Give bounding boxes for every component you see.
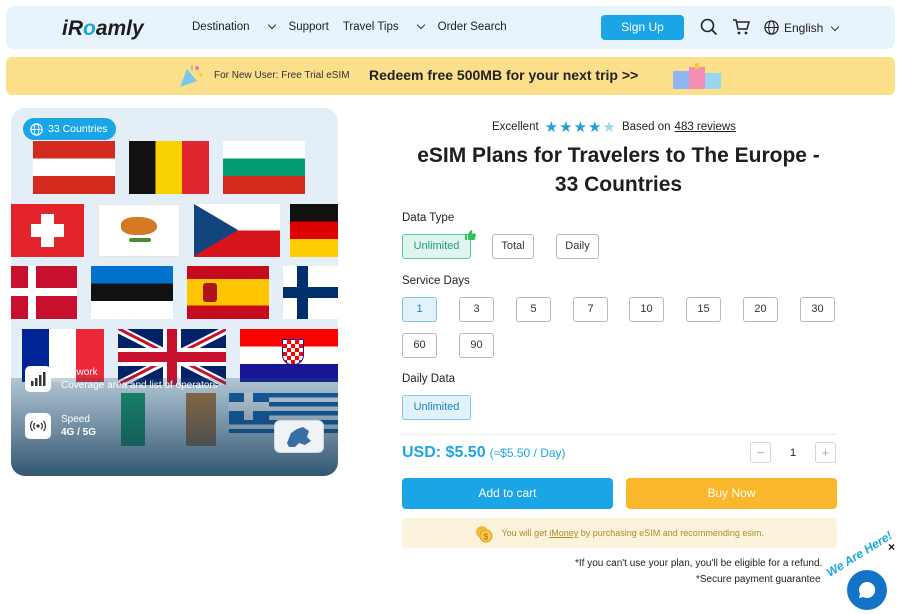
menu-travel-tips[interactable]: Travel Tips [343, 20, 425, 33]
flag-czechia [194, 204, 280, 257]
days-option[interactable]: 1 [402, 297, 437, 322]
gift-icon [673, 63, 721, 89]
chevron-down-icon [267, 20, 276, 30]
chat-button[interactable] [847, 570, 887, 610]
network-title: Network [61, 367, 98, 378]
increment-button[interactable]: + [815, 442, 836, 463]
logo[interactable]: iRoamly [62, 17, 144, 41]
days-option[interactable]: 10 [629, 297, 664, 322]
banner-headline: Redeem free 500MB for your next trip >> [369, 67, 639, 83]
thumbs-up-icon [465, 230, 476, 240]
main-menu: Destination Support Travel Tips Order Se… [192, 20, 521, 33]
days-option[interactable]: 5 [516, 297, 551, 322]
network-info[interactable]: Network Coverage area and list of operato… [25, 366, 218, 392]
menu-destination[interactable]: Destination [192, 20, 276, 33]
days-option[interactable]: 20 [743, 297, 778, 322]
flag-switzerland [11, 204, 84, 257]
rating-row: Excellent ★ ★ ★ ★ ★ Based on 483 reviews [492, 118, 736, 136]
secure-note: *Secure payment guarantee [696, 574, 821, 585]
flag-estonia [91, 266, 173, 319]
flag-croatia [240, 329, 338, 382]
imoney-prefix: You will get [501, 528, 547, 538]
star-icon: ★ [573, 119, 588, 136]
speed-title: Speed [61, 414, 90, 425]
map-icon [287, 427, 311, 447]
chevron-down-icon [416, 20, 425, 30]
speed-value: 4G / 5G [61, 427, 97, 438]
title-line-1: eSIM Plans for Travelers to The Europe - [417, 144, 820, 167]
buy-now-button[interactable]: Buy Now [626, 478, 837, 509]
days-option[interactable]: 30 [800, 297, 835, 322]
add-to-cart-button[interactable]: Add to cart [402, 478, 613, 509]
speed-info: Speed 4G / 5G [25, 413, 96, 439]
price: USD: $5.50 (≈$5.50 / Day) [402, 444, 566, 462]
quantity-stepper: − 1 + [750, 442, 836, 463]
network-desc: Coverage area and list of operators [61, 380, 218, 391]
party-icon [180, 65, 203, 87]
menu-support[interactable]: Support [289, 21, 329, 33]
close-icon[interactable]: × [888, 540, 895, 554]
divider [400, 434, 837, 435]
price-main: USD: $5.50 [402, 444, 486, 461]
countries-badge: 33 Countries [23, 118, 116, 140]
language-selector[interactable]: English [784, 21, 840, 35]
flag-finland [283, 266, 338, 319]
days-option[interactable]: 3 [459, 297, 494, 322]
sign-up-button[interactable]: Sign Up [601, 15, 684, 40]
star-icon: ★ [559, 119, 573, 136]
refund-note: *If you can't use your plan, you'll be e… [575, 558, 823, 569]
title-line-2: 33 Countries [554, 173, 683, 196]
search-icon[interactable] [700, 18, 718, 36]
page-title: eSIM Plans for Travelers to The Europe -… [400, 141, 837, 199]
star-icon: ★ [544, 119, 559, 136]
promo-banner[interactable]: For New User: Free Trial eSIM Redeem fre… [6, 57, 895, 95]
rating-label: Excellent [492, 121, 539, 133]
daily-data-label: Daily Data [402, 373, 456, 385]
flag-bulgaria [223, 141, 305, 194]
data-type-unlimited[interactable]: Unlimited [402, 234, 471, 259]
imoney-suffix: by purchasing eSIM and recommending esim… [580, 528, 764, 538]
globe-icon [764, 20, 779, 35]
flag-denmark [11, 266, 77, 319]
flag-spain [187, 266, 269, 319]
days-option[interactable]: 15 [686, 297, 721, 322]
quantity-value[interactable]: 1 [771, 447, 815, 459]
data-type-total[interactable]: Total [492, 234, 534, 259]
wireless-icon [25, 413, 51, 439]
data-type-daily[interactable]: Daily [556, 234, 599, 259]
based-on-text: Based on [621, 121, 671, 133]
imoney-notice: $ You will get iMoney by purchasing eSIM… [402, 518, 837, 548]
days-option[interactable]: 90 [459, 333, 494, 358]
chevron-down-icon [831, 22, 840, 32]
signal-icon [25, 366, 51, 392]
menu-order-search[interactable]: Order Search [438, 21, 507, 33]
star-icon: ★ [588, 119, 602, 136]
imoney-link[interactable]: iMoney [549, 528, 578, 538]
service-days-label: Service Days [402, 275, 470, 287]
flag-austria [33, 141, 115, 194]
coin-icon: $ [476, 525, 493, 543]
chat-bubble-icon [859, 581, 876, 598]
globe-icon [30, 122, 43, 136]
svg-text:$: $ [484, 532, 489, 541]
data-type-label: Data Type [402, 212, 455, 224]
days-option[interactable]: 60 [402, 333, 437, 358]
flag-germany [290, 204, 338, 257]
half-star-icon: ★ [602, 119, 616, 136]
top-navbar: iRoamly Destination Support Travel Tips … [6, 6, 895, 49]
days-option[interactable]: 7 [573, 297, 608, 322]
europe-map-thumbnail[interactable] [274, 420, 324, 453]
price-per-day: (≈$5.50 / Day) [489, 446, 566, 460]
flag-cyprus [98, 204, 180, 257]
cart-icon[interactable] [732, 18, 750, 36]
banner-small-text: For New User: Free Trial eSIM [214, 70, 350, 81]
flag-belgium [129, 141, 209, 194]
decrement-button[interactable]: − [750, 442, 771, 463]
reviews-link[interactable]: 483 reviews [675, 121, 736, 133]
daily-data-unlimited[interactable]: Unlimited [402, 395, 471, 420]
